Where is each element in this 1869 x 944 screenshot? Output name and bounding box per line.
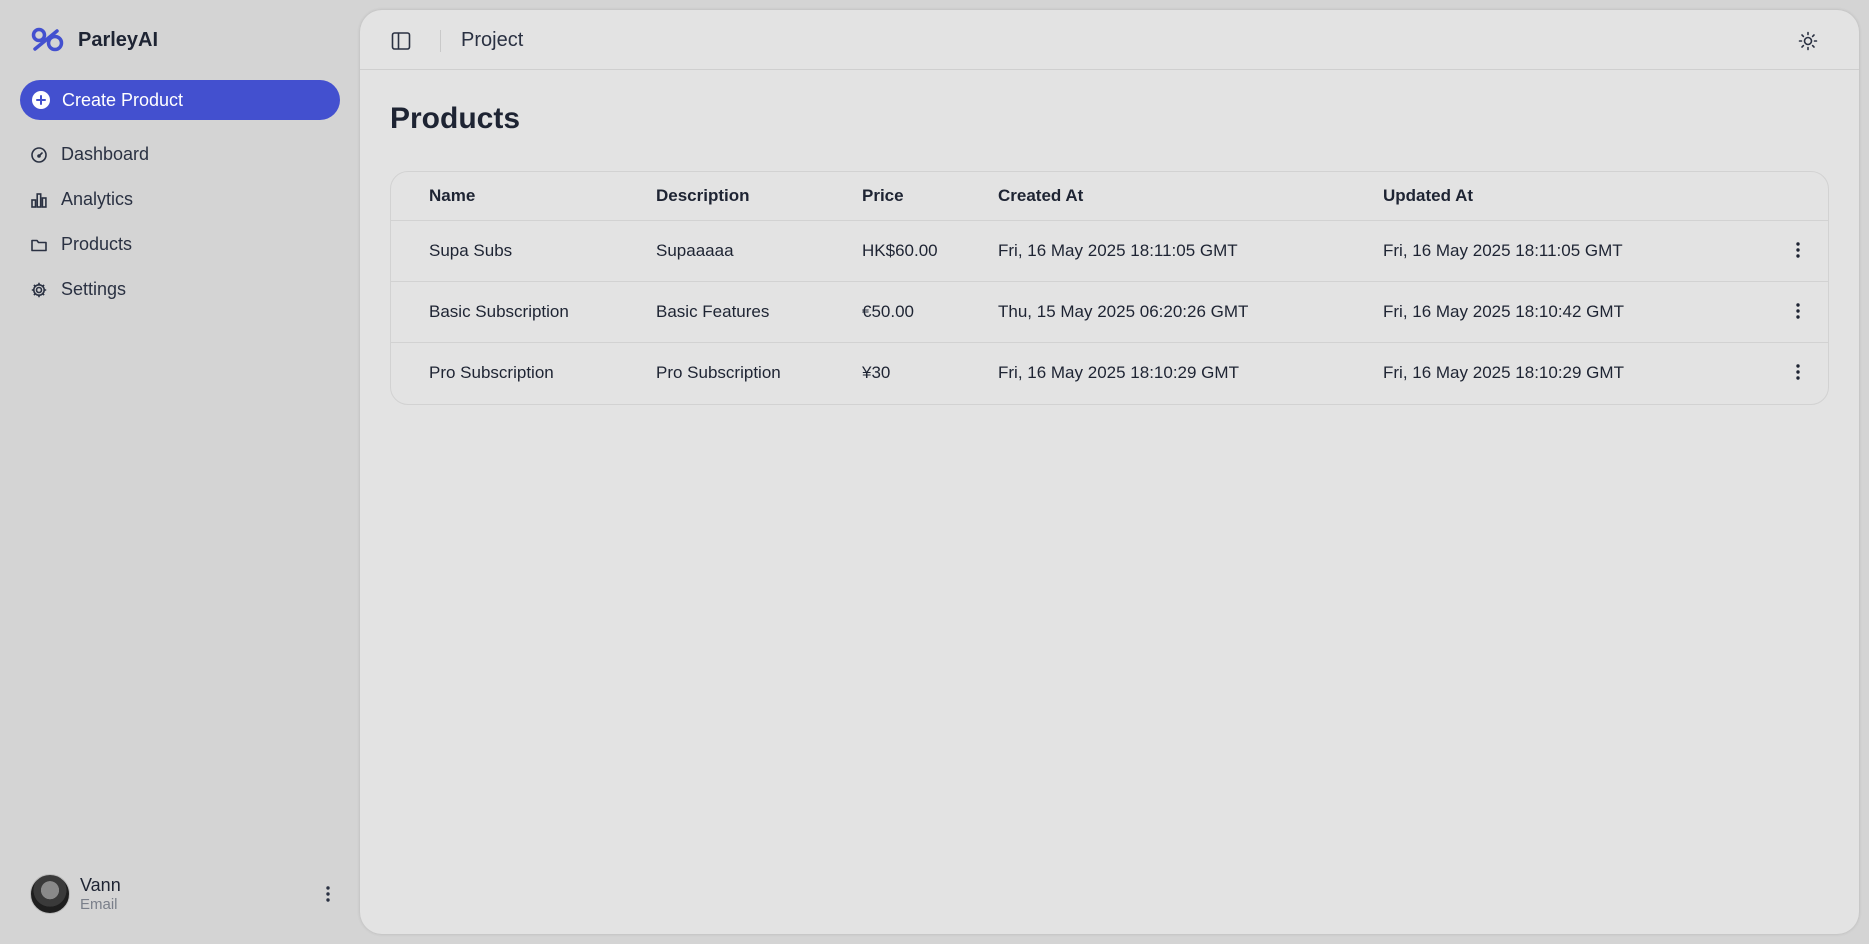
cell-created-at: Thu, 15 May 2025 06:20:26 GMT: [998, 281, 1383, 343]
sidebar-item-label: Products: [61, 234, 133, 254]
sidebar-toggle-icon[interactable]: [390, 30, 412, 52]
column-header-name: Name: [391, 172, 656, 221]
sidebar: ParleyAI Create Product Dashboard Analyt…: [0, 0, 360, 944]
create-product-label: Create Product: [62, 89, 184, 110]
cell-name: Basic Subscription: [391, 281, 656, 343]
row-actions-kebab-icon[interactable]: [1786, 360, 1810, 384]
divider: [440, 30, 441, 52]
cell-description: Basic Features: [656, 281, 862, 343]
user-menu-kebab-icon[interactable]: [316, 882, 340, 906]
create-product-button[interactable]: Create Product: [20, 80, 340, 120]
user-name: Vann: [80, 875, 121, 895]
cell-created-at: Fri, 16 May 2025 18:10:29 GMT: [998, 362, 1239, 382]
sidebar-item-settings[interactable]: Settings: [30, 267, 149, 312]
sidebar-item-label: Analytics: [61, 189, 134, 209]
table-row[interactable]: Pro Subscription Pro Subscription ¥30 Fr…: [391, 342, 1828, 403]
cell-description: Pro Subscription: [656, 362, 781, 382]
column-header-created-at: Created At: [998, 172, 1383, 221]
row-actions-kebab-icon[interactable]: [1786, 299, 1810, 323]
page-header-title: Project: [461, 29, 524, 51]
sidebar-item-products[interactable]: Products: [30, 222, 149, 267]
table-header-row: Name Description Price Created At Update…: [391, 172, 1828, 221]
sidebar-item-label: Dashboard: [61, 144, 150, 164]
bar-chart-icon: [31, 192, 47, 208]
column-header-price: Price: [862, 172, 998, 221]
column-header-description: Description: [656, 172, 862, 221]
gauge-icon: [31, 146, 47, 163]
sidebar-item-dashboard[interactable]: Dashboard: [30, 132, 149, 177]
row-actions-kebab-icon[interactable]: [1786, 238, 1810, 262]
user-profile[interactable]: Vann Email: [30, 872, 340, 916]
sidebar-item-label: Settings: [61, 279, 127, 299]
cell-price: €50.00: [862, 281, 998, 343]
cell-updated-at: Fri, 16 May 2025 18:10:42 GMT: [1383, 281, 1768, 343]
cell-created-at: Fri, 16 May 2025 18:11:05 GMT: [998, 220, 1383, 282]
sidebar-nav: Dashboard Analytics Products Settings: [30, 132, 149, 312]
page-title: Products: [390, 102, 521, 135]
folder-icon: [31, 239, 47, 251]
top-bar: Project: [360, 10, 1859, 70]
table-row[interactable]: Basic Subscription Basic Features €50.00…: [391, 281, 1828, 343]
products-table: Name Description Price Created At Update…: [390, 171, 1829, 405]
gear-icon: [31, 282, 47, 297]
column-header-updated-at: Updated At: [1383, 172, 1768, 221]
cell-description: Supaaaaa: [656, 220, 862, 282]
parley-logo-icon: [31, 27, 64, 52]
table-row[interactable]: Supa Subs Supaaaaa HK$60.00 Fri, 16 May …: [391, 220, 1828, 282]
brand-name: ParleyAI: [78, 28, 159, 51]
cell-price: ¥30: [862, 362, 891, 382]
avatar: [30, 874, 70, 914]
sun-icon[interactable]: [1797, 30, 1819, 52]
cell-updated-at: Fri, 16 May 2025 18:10:29 GMT: [1383, 362, 1624, 382]
cell-name: Pro Subscription: [429, 362, 554, 382]
sidebar-item-analytics[interactable]: Analytics: [30, 177, 149, 222]
user-email: Email: [80, 896, 118, 913]
cell-price: HK$60.00: [862, 220, 998, 282]
cell-updated-at: Fri, 16 May 2025 18:11:05 GMT: [1383, 220, 1768, 282]
cell-name: Supa Subs: [391, 220, 656, 282]
plus-circle-icon: [32, 91, 50, 109]
column-header-actions: [1768, 172, 1828, 221]
brand[interactable]: ParleyAI: [30, 26, 158, 54]
main-panel: Project Products Name Description Price …: [360, 10, 1859, 934]
